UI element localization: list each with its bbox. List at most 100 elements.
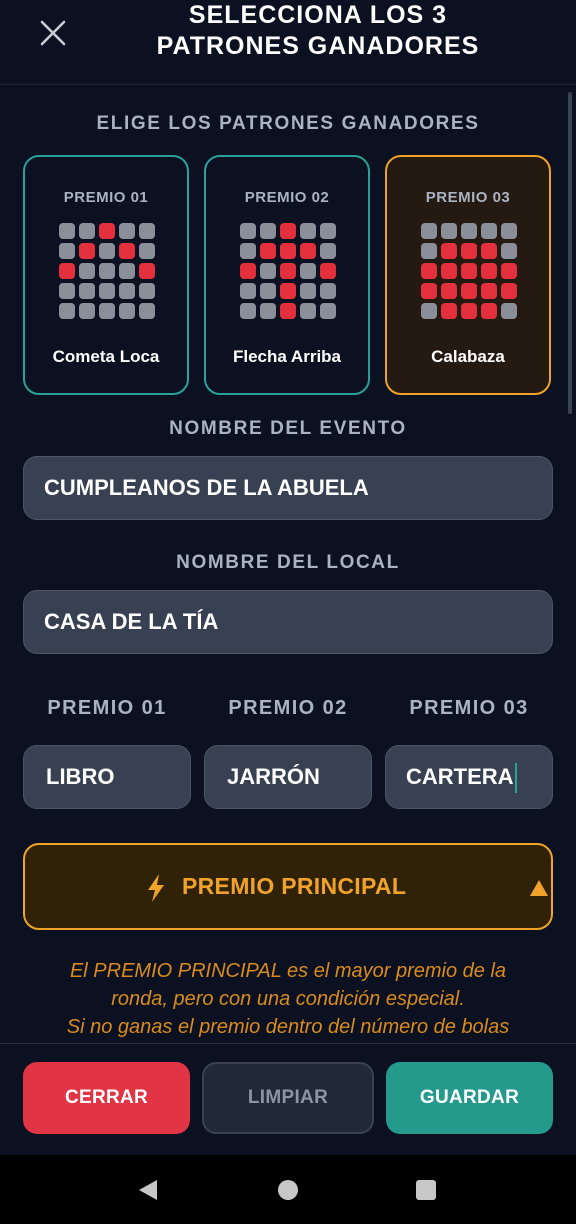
pattern-cell: [240, 283, 256, 299]
pattern-cell-marked: [119, 243, 135, 259]
pattern-cell: [59, 243, 75, 259]
pattern-cell-marked: [481, 263, 497, 279]
pattern-cell: [240, 223, 256, 239]
pattern-cell-marked: [280, 303, 296, 319]
pattern-cell: [139, 283, 155, 299]
pattern-cell: [421, 223, 437, 239]
pattern-cell-marked: [421, 283, 437, 299]
pattern-cell: [260, 263, 276, 279]
pattern-cell-marked: [79, 243, 95, 259]
lightning-icon: [148, 874, 164, 902]
pattern-cell: [79, 223, 95, 239]
pattern-cell-marked: [139, 263, 155, 279]
text-cursor: [514, 763, 517, 794]
patterns-section-label: ELIGE LOS PATRONES GANADORES: [96, 113, 480, 134]
pattern-cell: [300, 223, 316, 239]
close-button[interactable]: CERRAR: [23, 1062, 190, 1134]
pattern-cell: [119, 263, 135, 279]
pattern-card-name: Cometa Loca: [52, 347, 160, 366]
prize-2-label: PREMIO 02: [228, 697, 348, 719]
pattern-cell-marked: [99, 223, 115, 239]
prize-3-value: CARTERA: [406, 764, 514, 789]
pattern-cell-marked: [481, 283, 497, 299]
description-line: Si no ganas el premio dentro del número …: [66, 1016, 510, 1037]
pattern-cell: [119, 223, 135, 239]
save-button[interactable]: GUARDAR: [386, 1062, 553, 1134]
recent-apps-icon[interactable]: [416, 1180, 436, 1200]
prize-2-input[interactable]: JARRÓN: [204, 745, 372, 809]
scrollbar[interactable]: [568, 92, 572, 414]
pattern-cell-marked: [441, 263, 457, 279]
pattern-card-name: Flecha Arriba: [232, 347, 342, 366]
event-name-input[interactable]: CUMPLEANOS DE LA ABUELA: [23, 456, 553, 520]
system-navigation-bar: [0, 1155, 576, 1224]
pattern-card-2[interactable]: PREMIO 02 Flecha Arriba: [204, 155, 370, 395]
header: SELECCIONA LOS 3 PATRONES GANADORES: [0, 0, 576, 85]
pattern-cell: [260, 283, 276, 299]
pattern-cell: [119, 283, 135, 299]
home-icon[interactable]: [278, 1180, 298, 1200]
venue-name-input[interactable]: CASA DE LA TÍA: [23, 590, 553, 654]
title-line-1: SELECCIONA LOS 3: [188, 1, 448, 29]
pattern-cell-marked: [481, 243, 497, 259]
main-prize-description: El PREMIO PRINCIPAL es el mayor premio d…: [20, 957, 556, 1037]
pattern-cell-marked: [461, 263, 477, 279]
pattern-cell-marked: [59, 263, 75, 279]
pattern-cell-marked: [260, 243, 276, 259]
pattern-cell: [139, 303, 155, 319]
pattern-cell: [59, 223, 75, 239]
pattern-cell-marked: [240, 263, 256, 279]
pattern-card-3[interactable]: PREMIO 03 Calabaza: [385, 155, 551, 395]
page-title: SELECCIONA LOS 3 PATRONES GANADORES: [90, 0, 546, 62]
pattern-cell-marked: [320, 263, 336, 279]
pattern-card-title: PREMIO 02: [244, 189, 330, 206]
close-icon[interactable]: [36, 16, 70, 50]
pattern-cell: [99, 283, 115, 299]
back-icon[interactable]: [137, 1179, 159, 1201]
pattern-cell: [300, 283, 316, 299]
description-line: ronda, pero con una condición especial.: [111, 988, 465, 1010]
pattern-cell-marked: [501, 263, 517, 279]
pattern-cell-marked: [481, 303, 497, 319]
pattern-cell: [300, 303, 316, 319]
pattern-cell: [79, 283, 95, 299]
pattern-cell-marked: [441, 243, 457, 259]
pattern-cell-marked: [280, 283, 296, 299]
prize-3-input[interactable]: CARTERA: [385, 745, 553, 809]
pattern-cell-marked: [421, 263, 437, 279]
pattern-cell: [99, 303, 115, 319]
main-prize-label: PREMIO PRINCIPAL: [182, 873, 407, 899]
pattern-cell: [119, 303, 135, 319]
pattern-cell: [421, 303, 437, 319]
pattern-cell-marked: [501, 283, 517, 299]
pattern-card-1[interactable]: PREMIO 01 Cometa Loca: [23, 155, 189, 395]
pattern-grid: [59, 223, 157, 321]
pattern-cell: [320, 283, 336, 299]
pattern-cell-marked: [461, 243, 477, 259]
pattern-cell: [320, 303, 336, 319]
pattern-cell-marked: [280, 223, 296, 239]
pattern-cell: [79, 263, 95, 279]
pattern-cell: [441, 223, 457, 239]
pattern-cell: [260, 223, 276, 239]
prize-3-label: PREMIO 03: [409, 697, 529, 719]
clear-button[interactable]: LIMPIAR: [202, 1062, 374, 1134]
pattern-cell: [139, 223, 155, 239]
footer-actions: CERRAR LIMPIAR GUARDAR: [0, 1043, 576, 1156]
pattern-card-title: PREMIO 03: [425, 189, 511, 206]
pattern-cell: [501, 303, 517, 319]
pattern-cell: [260, 303, 276, 319]
pattern-cell-marked: [461, 303, 477, 319]
pattern-cell: [461, 223, 477, 239]
pattern-card-name: Calabaza: [431, 347, 505, 366]
chevron-up-icon: [530, 880, 548, 896]
pattern-cell-marked: [461, 283, 477, 299]
pattern-cell: [59, 283, 75, 299]
pattern-cell-marked: [280, 243, 296, 259]
pattern-cell: [99, 263, 115, 279]
pattern-cell: [501, 243, 517, 259]
prize-1-input[interactable]: LIBRO: [23, 745, 191, 809]
pattern-card-title: PREMIO 01: [63, 189, 149, 206]
venue-name-label: NOMBRE DEL LOCAL: [176, 552, 400, 573]
main-prize-toggle[interactable]: PREMIO PRINCIPAL: [23, 843, 553, 930]
